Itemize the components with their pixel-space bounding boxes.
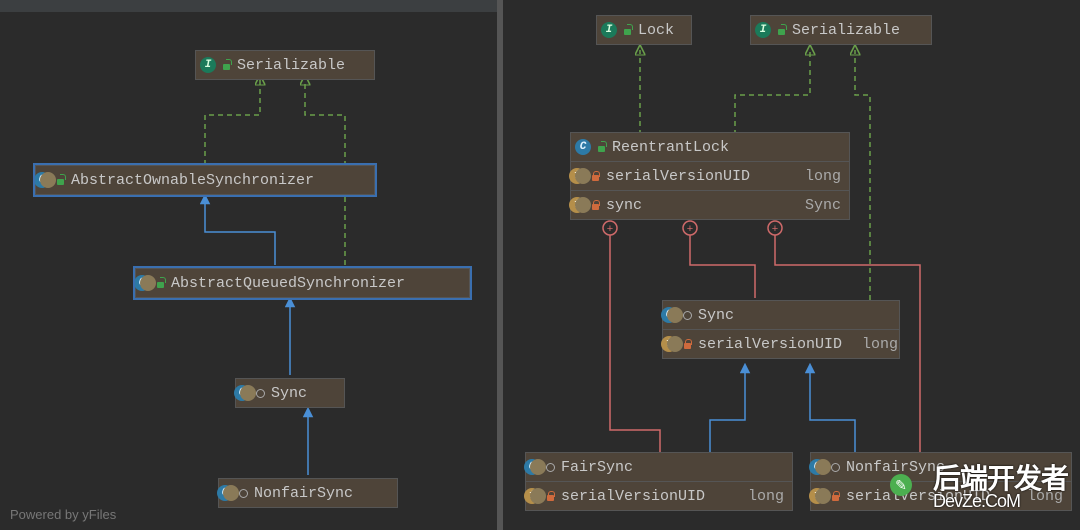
- watermark: 后端开发者 DevZe.CoM: [933, 457, 1068, 512]
- right-connectors: + + +: [500, 0, 1080, 530]
- class-icon: C: [575, 139, 591, 155]
- field-type: Sync: [791, 197, 841, 214]
- node-reentrantlock[interactable]: C ReentrantLock f serialVersionUID long …: [570, 132, 850, 220]
- interface-icon: I: [601, 22, 617, 38]
- node-aos[interactable]: C AbstractOwnableSynchronizer: [35, 165, 375, 195]
- unlock-icon: [56, 175, 65, 186]
- class-name: ReentrantLock: [612, 139, 841, 156]
- gear-icon: [40, 172, 56, 188]
- class-name: NonfairSync: [254, 485, 389, 502]
- class-name: Serializable: [237, 57, 366, 74]
- footer-credit: Powered by yFiles: [10, 507, 116, 522]
- class-name: Sync: [271, 385, 336, 402]
- interface-icon: I: [200, 57, 216, 73]
- interface-icon: I: [755, 22, 771, 38]
- gear-icon: [815, 488, 831, 504]
- field-type: long: [848, 336, 898, 353]
- watermark-line1: 后端开发者: [933, 463, 1068, 494]
- dot-icon: [239, 489, 248, 498]
- lock-icon: [683, 339, 692, 350]
- class-name: AbstractOwnableSynchronizer: [71, 172, 366, 189]
- node-fairsync[interactable]: C FairSync f serialVersionUID long: [525, 452, 793, 511]
- watermark-icon: ✎: [890, 474, 912, 496]
- gear-icon: [575, 197, 591, 213]
- class-name: AbstractQueuedSynchronizer: [171, 275, 461, 292]
- dot-icon: [256, 389, 265, 398]
- unlock-icon: [222, 60, 231, 71]
- class-name: Serializable: [792, 22, 923, 39]
- node-serializable[interactable]: I Serializable: [195, 50, 375, 80]
- field-name: serialVersionUID: [698, 336, 842, 353]
- class-name: FairSync: [561, 459, 784, 476]
- class-name: Sync: [698, 307, 891, 324]
- field-name: serialVersionUID: [606, 168, 785, 185]
- unlock-icon: [777, 25, 786, 36]
- dot-icon: [546, 463, 555, 472]
- gear-icon: [575, 168, 591, 184]
- tab-bar: [0, 0, 500, 12]
- gear-icon: [240, 385, 256, 401]
- class-name: Lock: [638, 22, 683, 39]
- node-nonfairsync[interactable]: C NonfairSync: [218, 478, 398, 508]
- node-lock[interactable]: I Lock: [596, 15, 692, 45]
- gear-icon: [223, 485, 239, 501]
- node-aqs[interactable]: C AbstractQueuedSynchronizer: [135, 268, 470, 298]
- lock-icon: [831, 491, 840, 502]
- field-name: sync: [606, 197, 785, 214]
- dot-icon: [831, 463, 840, 472]
- node-sync-r[interactable]: C Sync f serialVersionUID long: [662, 300, 900, 359]
- lock-icon: [591, 200, 600, 211]
- node-serializable-r[interactable]: I Serializable: [750, 15, 932, 45]
- dot-icon: [683, 311, 692, 320]
- gear-icon: [530, 488, 546, 504]
- svg-text:+: +: [687, 223, 693, 235]
- gear-icon: [815, 459, 831, 475]
- field-name: serialVersionUID: [561, 488, 728, 505]
- unlock-icon: [597, 142, 606, 153]
- watermark-line2: DevZe.CoM: [933, 491, 1068, 512]
- gear-icon: [667, 336, 683, 352]
- gear-icon: [140, 275, 156, 291]
- unlock-icon: [623, 25, 632, 36]
- svg-text:+: +: [607, 223, 613, 235]
- gear-icon: [530, 459, 546, 475]
- node-sync[interactable]: C Sync: [235, 378, 345, 408]
- lock-icon: [591, 171, 600, 182]
- field-type: long: [734, 488, 784, 505]
- svg-text:+: +: [772, 223, 778, 235]
- gear-icon: [667, 307, 683, 323]
- unlock-icon: [156, 278, 165, 289]
- field-type: long: [791, 168, 841, 185]
- lock-icon: [546, 491, 555, 502]
